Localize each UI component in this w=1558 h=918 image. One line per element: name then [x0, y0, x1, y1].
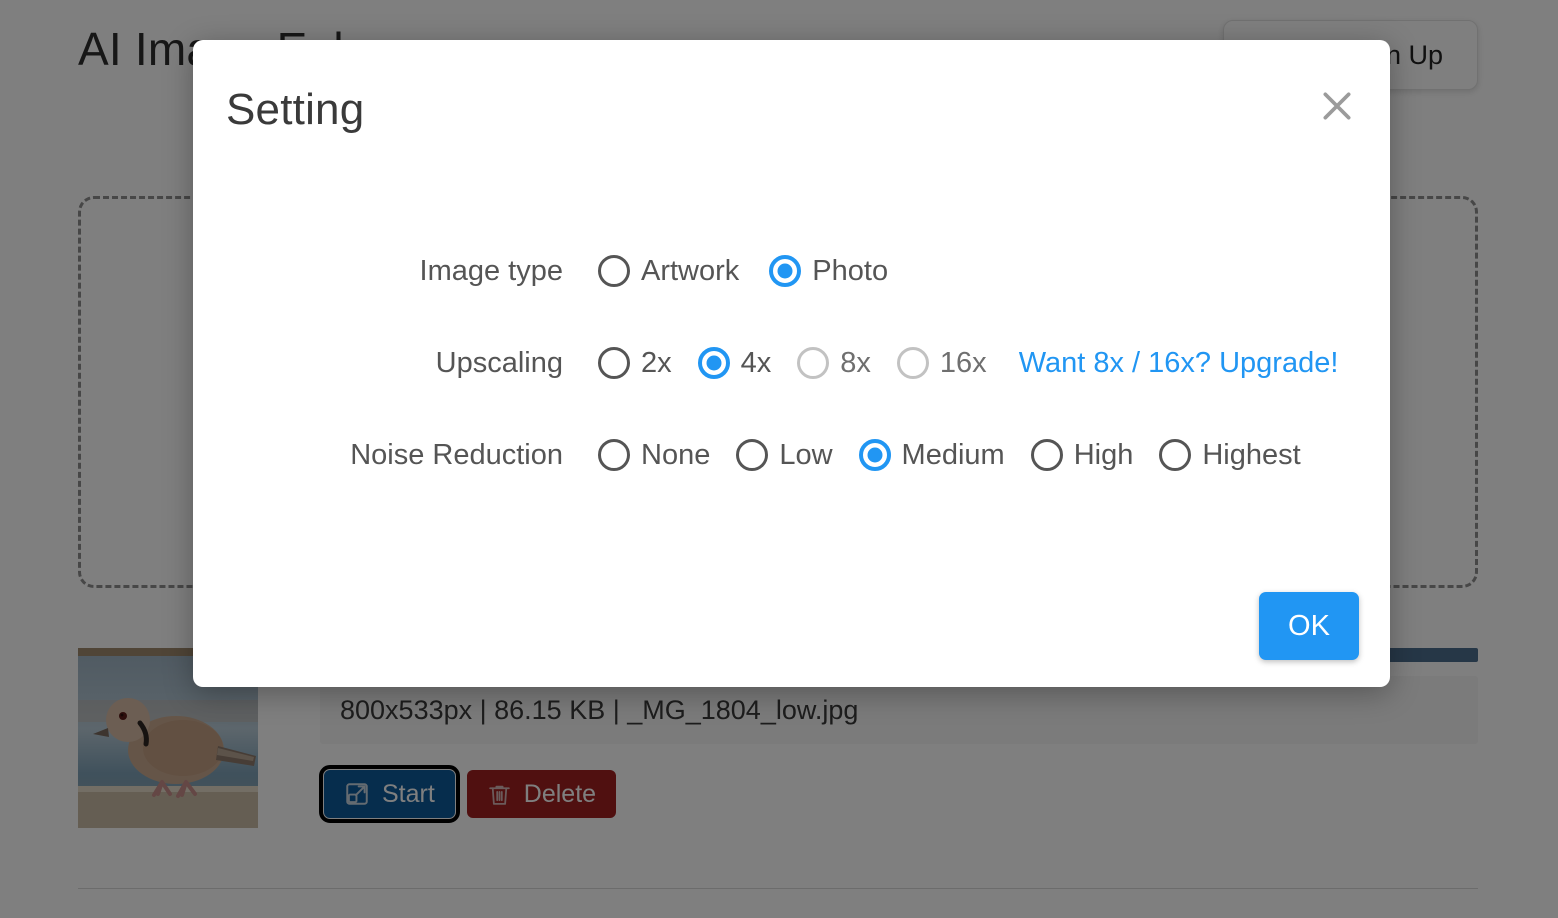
- option-row: Image type Artwork Photo: [193, 240, 1390, 302]
- radio-mark[interactable]: [769, 255, 802, 287]
- dialog-footer: OK: [1259, 592, 1359, 660]
- radio-mark[interactable]: [736, 439, 769, 471]
- radio-option-label: High: [1073, 438, 1134, 471]
- radio-option[interactable]: 2x: [598, 347, 672, 380]
- radio-option-label: Artwork: [641, 254, 740, 287]
- radio-option-label: Highest: [1202, 438, 1301, 471]
- radio-option-label: 16x: [939, 346, 987, 379]
- option-choices: 2x 4x 8x 16x Want 8x / 16x? Upgrade!: [598, 347, 1338, 380]
- radio-option[interactable]: High: [1030, 438, 1134, 472]
- option-choices: None Low Medium High Highest: [598, 439, 1301, 472]
- option-row-label: Upscaling: [435, 346, 563, 379]
- radio-mark[interactable]: [697, 347, 730, 379]
- app-root: AI Image Enlarger Sign Up: [0, 0, 1558, 918]
- radio-mark[interactable]: [1159, 439, 1192, 471]
- radio-option[interactable]: Highest: [1159, 438, 1301, 472]
- option-row: Upscaling 2x 4x 8x 16x Want 8x / 16x? Upgrade…: [193, 332, 1390, 394]
- radio-option-label: 2x: [641, 346, 672, 379]
- radio-mark: [896, 347, 929, 379]
- radio-option[interactable]: 4x: [697, 346, 772, 380]
- dialog-body: Image type Artwork Photo Upscaling 2x 4x 8x 16x…: [193, 240, 1390, 516]
- option-row: Noise Reduction None Low Medium High Highest: [193, 424, 1390, 486]
- radio-mark[interactable]: [598, 439, 630, 471]
- radio-option-label: 4x: [740, 346, 772, 379]
- radio-option[interactable]: None: [598, 439, 710, 472]
- option-row-label: Noise Reduction: [350, 438, 563, 471]
- radio-option-label: Photo: [812, 254, 889, 287]
- radio-option-label: Medium: [901, 438, 1005, 471]
- radio-mark[interactable]: [598, 347, 630, 379]
- option-choices: Artwork Photo: [598, 255, 888, 288]
- radio-option: 8x: [797, 347, 871, 380]
- settings-dialog: Setting Image type Artwork Photo Upscaling 2…: [193, 40, 1390, 687]
- radio-mark[interactable]: [1030, 439, 1063, 471]
- close-button[interactable]: [1311, 80, 1363, 132]
- option-row-label: Image type: [419, 254, 563, 287]
- close-icon: [1317, 86, 1357, 126]
- radio-option[interactable]: Artwork: [598, 255, 739, 288]
- radio-option-label: Low: [779, 438, 833, 471]
- dialog-title: Setting: [226, 85, 365, 134]
- radio-option-label: None: [641, 438, 711, 471]
- radio-option[interactable]: Photo: [769, 255, 888, 288]
- ok-button[interactable]: OK: [1259, 592, 1359, 660]
- radio-option: 16x: [896, 346, 987, 380]
- radio-mark[interactable]: [598, 255, 630, 287]
- radio-mark[interactable]: [858, 439, 891, 471]
- radio-option-label: 8x: [840, 346, 871, 379]
- radio-option[interactable]: Medium: [858, 438, 1005, 472]
- upgrade-link[interactable]: Want 8x / 16x? Upgrade!: [1019, 347, 1339, 380]
- radio-mark: [797, 347, 830, 379]
- radio-option[interactable]: Low: [736, 438, 833, 472]
